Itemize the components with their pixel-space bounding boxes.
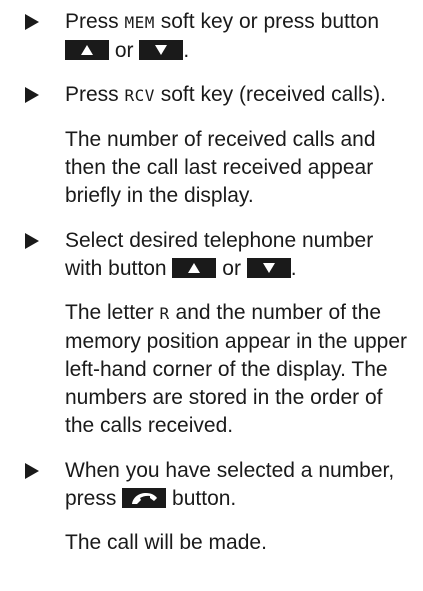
step-text: Select desired telephone number with but… [65, 229, 374, 280]
display-text-mem: MEM [124, 13, 155, 32]
step-make-call: When you have selected a number, press b… [25, 457, 411, 513]
bullet-arrow-icon [25, 87, 39, 103]
step-select-number: Select desired telephone number with but… [25, 227, 411, 283]
phone-handset-icon [122, 488, 167, 508]
down-button-icon [246, 258, 291, 278]
bullet-arrow-icon [25, 14, 39, 30]
display-letter-r: R [159, 304, 170, 323]
step-press-mem: Press MEM soft key or press button or . [25, 8, 411, 65]
bullet-arrow-icon [25, 463, 39, 479]
step-text: button. [172, 487, 237, 510]
step-text: Press [65, 10, 125, 33]
period-text: . [290, 257, 297, 280]
note-call-made: The call will be made. [65, 531, 267, 554]
bullet-arrow-icon [25, 233, 39, 249]
step-text: soft key or press button [154, 10, 380, 33]
period-text: . [183, 39, 190, 62]
down-button-icon [139, 40, 184, 60]
step-text: soft key (received calls). [154, 83, 386, 106]
display-text-rcv: RCV [124, 86, 155, 105]
or-text: or [222, 257, 241, 280]
note-text: The letter [65, 301, 160, 324]
instruction-page: Press MEM soft key or press button or . … [0, 0, 423, 591]
step-press-rcv: Press RCV soft key (received calls). [25, 81, 411, 110]
or-text: or [114, 39, 134, 62]
note-memory-position: The letter R and the number of the memor… [25, 299, 411, 440]
up-button-icon [172, 258, 217, 278]
note-received-calls: The number of received calls and then th… [65, 128, 376, 207]
step-text: Press [65, 83, 125, 106]
up-button-icon [65, 40, 109, 60]
